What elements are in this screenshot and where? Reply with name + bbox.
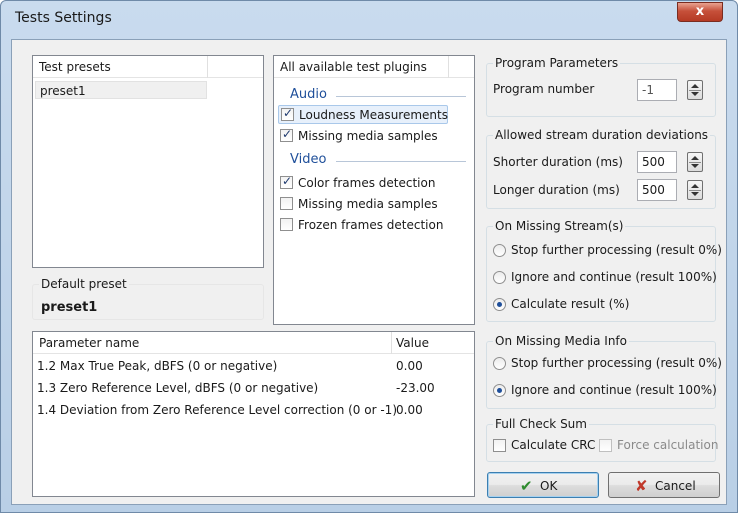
cancel-button-label: Cancel (655, 479, 696, 493)
close-button[interactable]: x (677, 2, 723, 22)
default-preset-value: preset1 (41, 300, 98, 315)
window-title: Tests Settings (15, 10, 112, 26)
program-parameters-group: Program Parameters Program number -1 (486, 56, 716, 117)
calculate-crc-label[interactable]: Calculate CRC (511, 438, 595, 452)
table-row[interactable]: 1.3 Zero Reference Level, dBFS (0 or neg… (33, 377, 474, 399)
stop-processing-label[interactable]: Stop further processing (result 0%) (511, 243, 722, 257)
force-calculation-label: Force calculation (617, 438, 719, 452)
missing-video-checkbox[interactable] (280, 197, 293, 210)
cancel-button[interactable]: ✘ Cancel (608, 472, 720, 498)
media-ignore-continue-label[interactable]: Ignore and continue (result 100%) (511, 383, 717, 397)
full-check-sum-title: Full Check Sum (493, 417, 589, 431)
default-preset-label: Default preset (39, 277, 129, 291)
program-parameters-title: Program Parameters (493, 56, 621, 70)
table-row[interactable]: 1.2 Max True Peak, dBFS (0 or negative) … (33, 355, 474, 377)
plugin-item-label: Loudness Measurements (299, 108, 448, 122)
missing-audio-checkbox[interactable] (280, 127, 293, 142)
presets-column-header[interactable]: Test presets (33, 56, 263, 78)
stepper-up-icon (691, 84, 699, 88)
missing-media-group: On Missing Media Info Stop further proce… (486, 334, 722, 409)
media-stop-processing-radio[interactable] (493, 357, 506, 370)
media-ignore-continue-radio[interactable] (493, 384, 506, 397)
param-name-cell: 1.3 Zero Reference Level, dBFS (0 or neg… (37, 381, 319, 395)
column-separator (207, 56, 208, 78)
shorter-duration-label: Shorter duration (ms) (493, 155, 623, 169)
calculate-result-label[interactable]: Calculate result (%) (511, 297, 629, 311)
duration-deviations-group: Allowed stream duration deviations Short… (486, 128, 716, 209)
column-header-value[interactable]: Value (396, 336, 429, 350)
table-row[interactable]: 1.4 Deviation from Zero Reference Level … (33, 399, 474, 421)
checkmark-icon: ✔ (520, 477, 533, 495)
plugin-item-label: Missing media samples (298, 197, 438, 211)
test-presets-list[interactable]: Test presets preset1 (32, 55, 264, 268)
calculate-crc-checkbox[interactable] (493, 439, 506, 452)
plugins-header-label: All available test plugins (280, 60, 427, 74)
ignore-continue-radio[interactable] (493, 271, 506, 284)
param-value-cell[interactable]: -23.00 (396, 381, 435, 395)
calculate-result-radio[interactable] (493, 298, 506, 311)
media-stop-processing-label[interactable]: Stop further processing (result 0%) (511, 356, 722, 370)
video-section-divider (336, 161, 466, 162)
missing-stream-title: On Missing Stream(s) (493, 219, 626, 233)
full-check-sum-group: Full Check Sum Calculate CRC Force calcu… (486, 417, 719, 462)
plugin-item-missing-audio[interactable]: Missing media samples (278, 127, 448, 146)
cross-icon: ✘ (635, 477, 648, 495)
param-name-cell: 1.4 Deviation from Zero Reference Level … (37, 403, 397, 417)
program-number-label: Program number (493, 82, 595, 96)
plugins-column-header[interactable]: All available test plugins (274, 56, 474, 78)
plugin-item-label: Frozen frames detection (298, 218, 444, 232)
force-calculation-checkbox[interactable] (599, 439, 612, 452)
preset-item[interactable]: preset1 (35, 81, 207, 99)
color-frames-checkbox[interactable] (280, 174, 293, 189)
test-plugins-list[interactable]: All available test plugins Audio Loudnes… (273, 55, 475, 325)
ok-button-label: OK (540, 479, 558, 493)
program-number-input[interactable]: -1 (637, 79, 677, 101)
program-number-stepper[interactable] (687, 80, 703, 100)
preset-item-label: preset1 (40, 84, 86, 98)
stepper-down-icon (691, 164, 699, 168)
missing-stream-group: On Missing Stream(s) Stop further proces… (486, 219, 722, 322)
column-header-name[interactable]: Parameter name (39, 336, 139, 350)
plugin-item-loudness[interactable]: Loudness Measurements (278, 105, 448, 124)
frozen-frames-checkbox[interactable] (280, 218, 293, 231)
stop-processing-radio[interactable] (493, 244, 506, 257)
stepper-down-icon (691, 192, 699, 196)
plugin-item-label: Missing media samples (298, 129, 438, 143)
stepper-up-icon (691, 156, 699, 160)
plugin-item-missing-video[interactable]: Missing media samples (278, 195, 468, 214)
ok-button[interactable]: ✔ OK (487, 472, 599, 498)
stepper-up-icon (691, 184, 699, 188)
plugin-item-label: Color frames detection (298, 176, 436, 190)
column-separator (448, 56, 449, 78)
loudness-checkbox[interactable] (281, 106, 294, 121)
shorter-duration-stepper[interactable] (687, 152, 703, 172)
video-section-label: Video (290, 152, 327, 167)
longer-duration-label: Longer duration (ms) (493, 183, 620, 197)
longer-duration-input[interactable]: 500 (637, 179, 677, 201)
audio-section-divider (336, 96, 466, 97)
parameters-table[interactable]: Parameter name Value 1.2 Max True Peak, … (32, 331, 475, 497)
param-name-cell: 1.2 Max True Peak, dBFS (0 or negative) (37, 359, 278, 373)
stepper-down-icon (691, 92, 699, 96)
title-bar: Tests Settings x (1, 1, 737, 35)
missing-media-title: On Missing Media Info (493, 334, 629, 348)
ignore-continue-label[interactable]: Ignore and continue (result 100%) (511, 270, 717, 284)
column-separator (391, 332, 392, 354)
dialog-client-area: Test presets preset1 Default preset pres… (11, 39, 727, 505)
param-value-cell[interactable]: 0.00 (396, 359, 423, 373)
presets-header-label: Test presets (39, 60, 111, 74)
default-preset-group: Default preset preset1 (32, 277, 264, 320)
plugin-item-frozen-frames[interactable]: Frozen frames detection (278, 216, 468, 235)
param-value-cell[interactable]: 0.00 (396, 403, 423, 417)
longer-duration-stepper[interactable] (687, 180, 703, 200)
shorter-duration-input[interactable]: 500 (637, 151, 677, 173)
tests-settings-window: Tests Settings x Test presets preset1 De… (0, 0, 738, 513)
plugin-item-color-frames[interactable]: Color frames detection (278, 174, 468, 193)
duration-deviations-title: Allowed stream duration deviations (493, 128, 711, 142)
audio-section-label: Audio (290, 87, 327, 102)
